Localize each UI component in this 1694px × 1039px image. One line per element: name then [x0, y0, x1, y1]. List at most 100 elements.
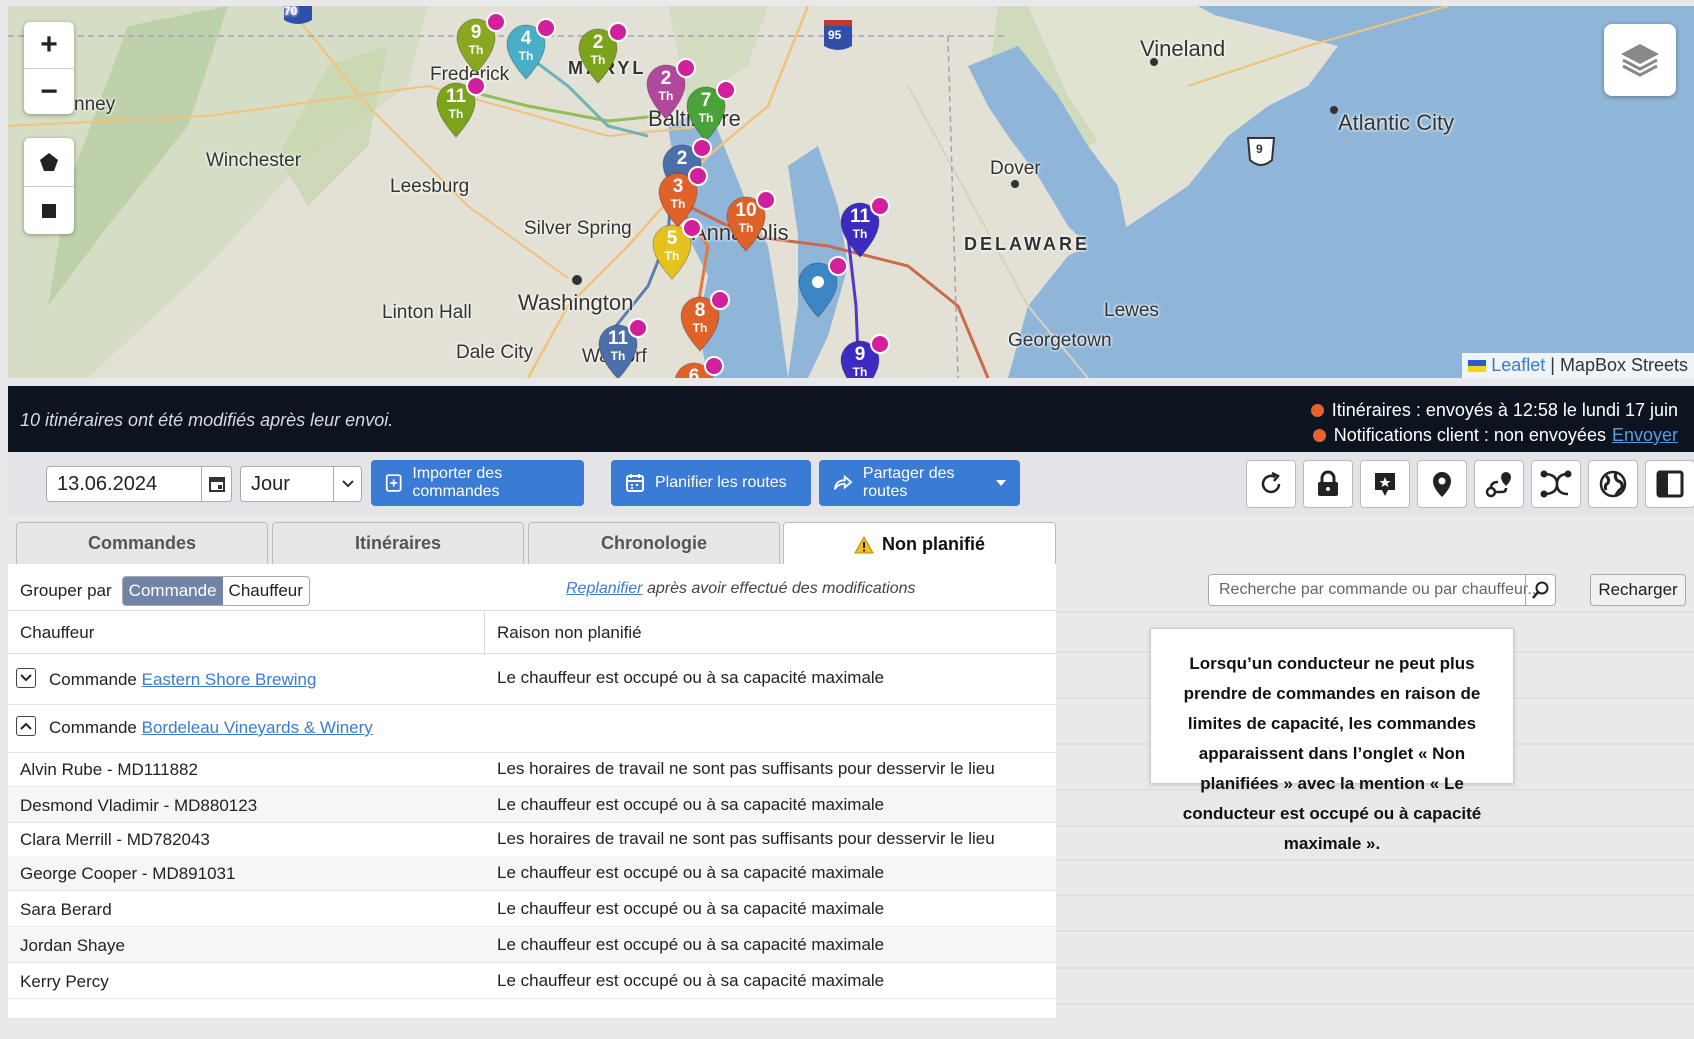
order-prefix: Commande: [49, 670, 137, 689]
route-marker[interactable]: 6: [674, 356, 724, 378]
globe-button[interactable]: [1588, 460, 1638, 508]
place-leesburg: Leesburg: [390, 176, 470, 197]
reload-button[interactable]: Recharger: [1590, 574, 1686, 606]
route-marker[interactable]: 5 Th: [652, 218, 702, 280]
date-picker[interactable]: 13.06.2024: [46, 466, 232, 502]
marker-day: Th: [692, 321, 708, 335]
period-select[interactable]: Jour: [240, 466, 362, 502]
search-icon[interactable]: [1525, 575, 1555, 605]
plan-routes-button[interactable]: Planifier les routes: [611, 460, 811, 506]
share-routes-button[interactable]: Partager des routes: [819, 460, 1020, 506]
route-marker[interactable]: 11 Th: [598, 318, 648, 378]
search-input[interactable]: Recherche par commande ou par chauffeur.…: [1208, 574, 1556, 606]
driver-name: Desmond Vladimir - MD880123: [20, 796, 258, 815]
map-pin-icon: [1433, 472, 1451, 497]
layers-button[interactable]: [1604, 24, 1676, 96]
favorite-location-button[interactable]: [1360, 460, 1410, 508]
unplanned-reason: Le chauffeur est occupé ou à sa capacité…: [497, 795, 885, 814]
refresh-button[interactable]: [1246, 460, 1296, 508]
calendar-plan-icon: [626, 474, 644, 492]
group-by-order-option[interactable]: Commande: [122, 577, 223, 605]
unplanned-panel: Grouper par Commande Chauffeur Replanifi…: [8, 564, 1056, 1018]
chevron-up-icon: [20, 722, 32, 730]
map-tiles: [8, 6, 1694, 378]
route-marker[interactable]: 9 Th: [456, 12, 506, 74]
route-button[interactable]: [1474, 460, 1524, 508]
zoom-out-button[interactable]: −: [24, 68, 74, 114]
ukraine-flag-icon: [1468, 360, 1487, 373]
toggle-panel-button[interactable]: [1645, 460, 1694, 508]
unplanned-reason: Le chauffeur est occupé ou à sa capacité…: [497, 863, 885, 882]
marker-day: Th: [468, 43, 484, 57]
route-marker[interactable]: 4 Th: [506, 18, 556, 80]
status-dot-icon: [1310, 404, 1324, 417]
tab-chronologie[interactable]: Chronologie: [528, 522, 780, 564]
send-notifications-link[interactable]: Envoyer: [1612, 423, 1678, 448]
driver-name: Sara Berard: [20, 900, 112, 919]
optimize-route-button[interactable]: [1531, 460, 1581, 508]
route-marker[interactable]: 11 Th: [840, 196, 890, 258]
order-prefix: Commande: [49, 718, 137, 737]
order-link-bordeleau[interactable]: Bordeleau Vineyards & Winery: [142, 718, 373, 737]
route-marker[interactable]: 7 Th: [686, 80, 736, 142]
route-marker[interactable]: [798, 256, 848, 318]
date-value: 13.06.2024: [57, 473, 158, 495]
place-georgetown: Georgetown: [1008, 330, 1112, 351]
warning-icon: [854, 535, 874, 553]
share-icon: [833, 474, 853, 490]
globe-icon: [1599, 470, 1627, 498]
place-dale-city: Dale City: [456, 342, 534, 363]
leaflet-link[interactable]: Leaflet: [1491, 355, 1545, 375]
marker-day: Th: [852, 365, 868, 378]
draw-polygon-button[interactable]: [24, 138, 74, 186]
notes-badge-icon: [688, 166, 708, 186]
lock-button[interactable]: [1303, 460, 1353, 508]
shield-i70-label: 70: [284, 6, 298, 18]
tab-non-planifie[interactable]: Non planifié: [783, 522, 1056, 566]
place-linton-hall: Linton Hall: [382, 302, 472, 323]
shield-i95-label: 95: [828, 28, 842, 42]
tab-itineraires[interactable]: Itinéraires: [272, 522, 524, 564]
notes-badge-icon: [682, 218, 702, 238]
notes-badge-icon: [692, 138, 712, 158]
marker-day: Th: [448, 107, 464, 121]
route-marker[interactable]: 8 Th: [680, 290, 730, 352]
group-by-driver-option[interactable]: Chauffeur: [223, 577, 309, 605]
tab-label: Commandes: [87, 533, 197, 553]
square-icon: [42, 203, 56, 218]
driver-name: George Cooper - MD891031: [20, 864, 236, 883]
marker-day: Th: [698, 111, 714, 125]
layers-icon: [1621, 44, 1659, 77]
unplanned-reason: Le chauffeur est occupé ou à sa capacité…: [497, 935, 885, 954]
route-map[interactable]: 70 95 9 Vineland Atlantic City Frederick…: [8, 6, 1694, 378]
column-header-driver: Chauffeur: [20, 623, 95, 642]
marker-day: Th: [664, 249, 680, 263]
route-marker[interactable]: 10 Th: [726, 190, 776, 252]
chevron-down-icon: [20, 674, 32, 682]
draw-rectangle-button[interactable]: [24, 186, 74, 234]
status-dot-icon: [1312, 429, 1326, 442]
zoom-in-button[interactable]: +: [24, 22, 74, 68]
star-marker-icon: [1375, 473, 1395, 496]
place-dover: Dover: [990, 158, 1041, 179]
route-marker[interactable]: 9 Th: [840, 334, 890, 378]
replan-link[interactable]: Replanifier: [566, 580, 642, 597]
toolbar: 13.06.2024 Jour Importer des commandes P…: [8, 452, 1694, 516]
polygon-icon: [40, 153, 58, 171]
import-orders-button[interactable]: Importer des commandes: [371, 460, 584, 506]
notes-badge-icon: [716, 80, 736, 100]
expand-order-toggle[interactable]: [16, 668, 36, 688]
route-marker[interactable]: 2 Th: [646, 58, 696, 120]
collapse-order-toggle[interactable]: [16, 716, 36, 736]
notes-badge-icon: [870, 334, 890, 354]
notifications-status: Notifications client : non envoyées: [1333, 425, 1606, 445]
calendar-icon[interactable]: [201, 467, 231, 501]
unplanned-reason: Les horaires de travail ne sont pas suff…: [497, 829, 995, 848]
route-marker[interactable]: 11 Th: [436, 76, 486, 138]
replan-hint-text: après avoir effectué des modifications: [646, 580, 916, 597]
tab-commandes[interactable]: Commandes: [16, 522, 268, 564]
order-link-eastern-shore[interactable]: Eastern Shore Brewing: [142, 670, 317, 689]
lock-icon: [1318, 470, 1338, 496]
route-marker[interactable]: 2 Th: [578, 22, 628, 84]
location-button[interactable]: [1417, 460, 1467, 508]
